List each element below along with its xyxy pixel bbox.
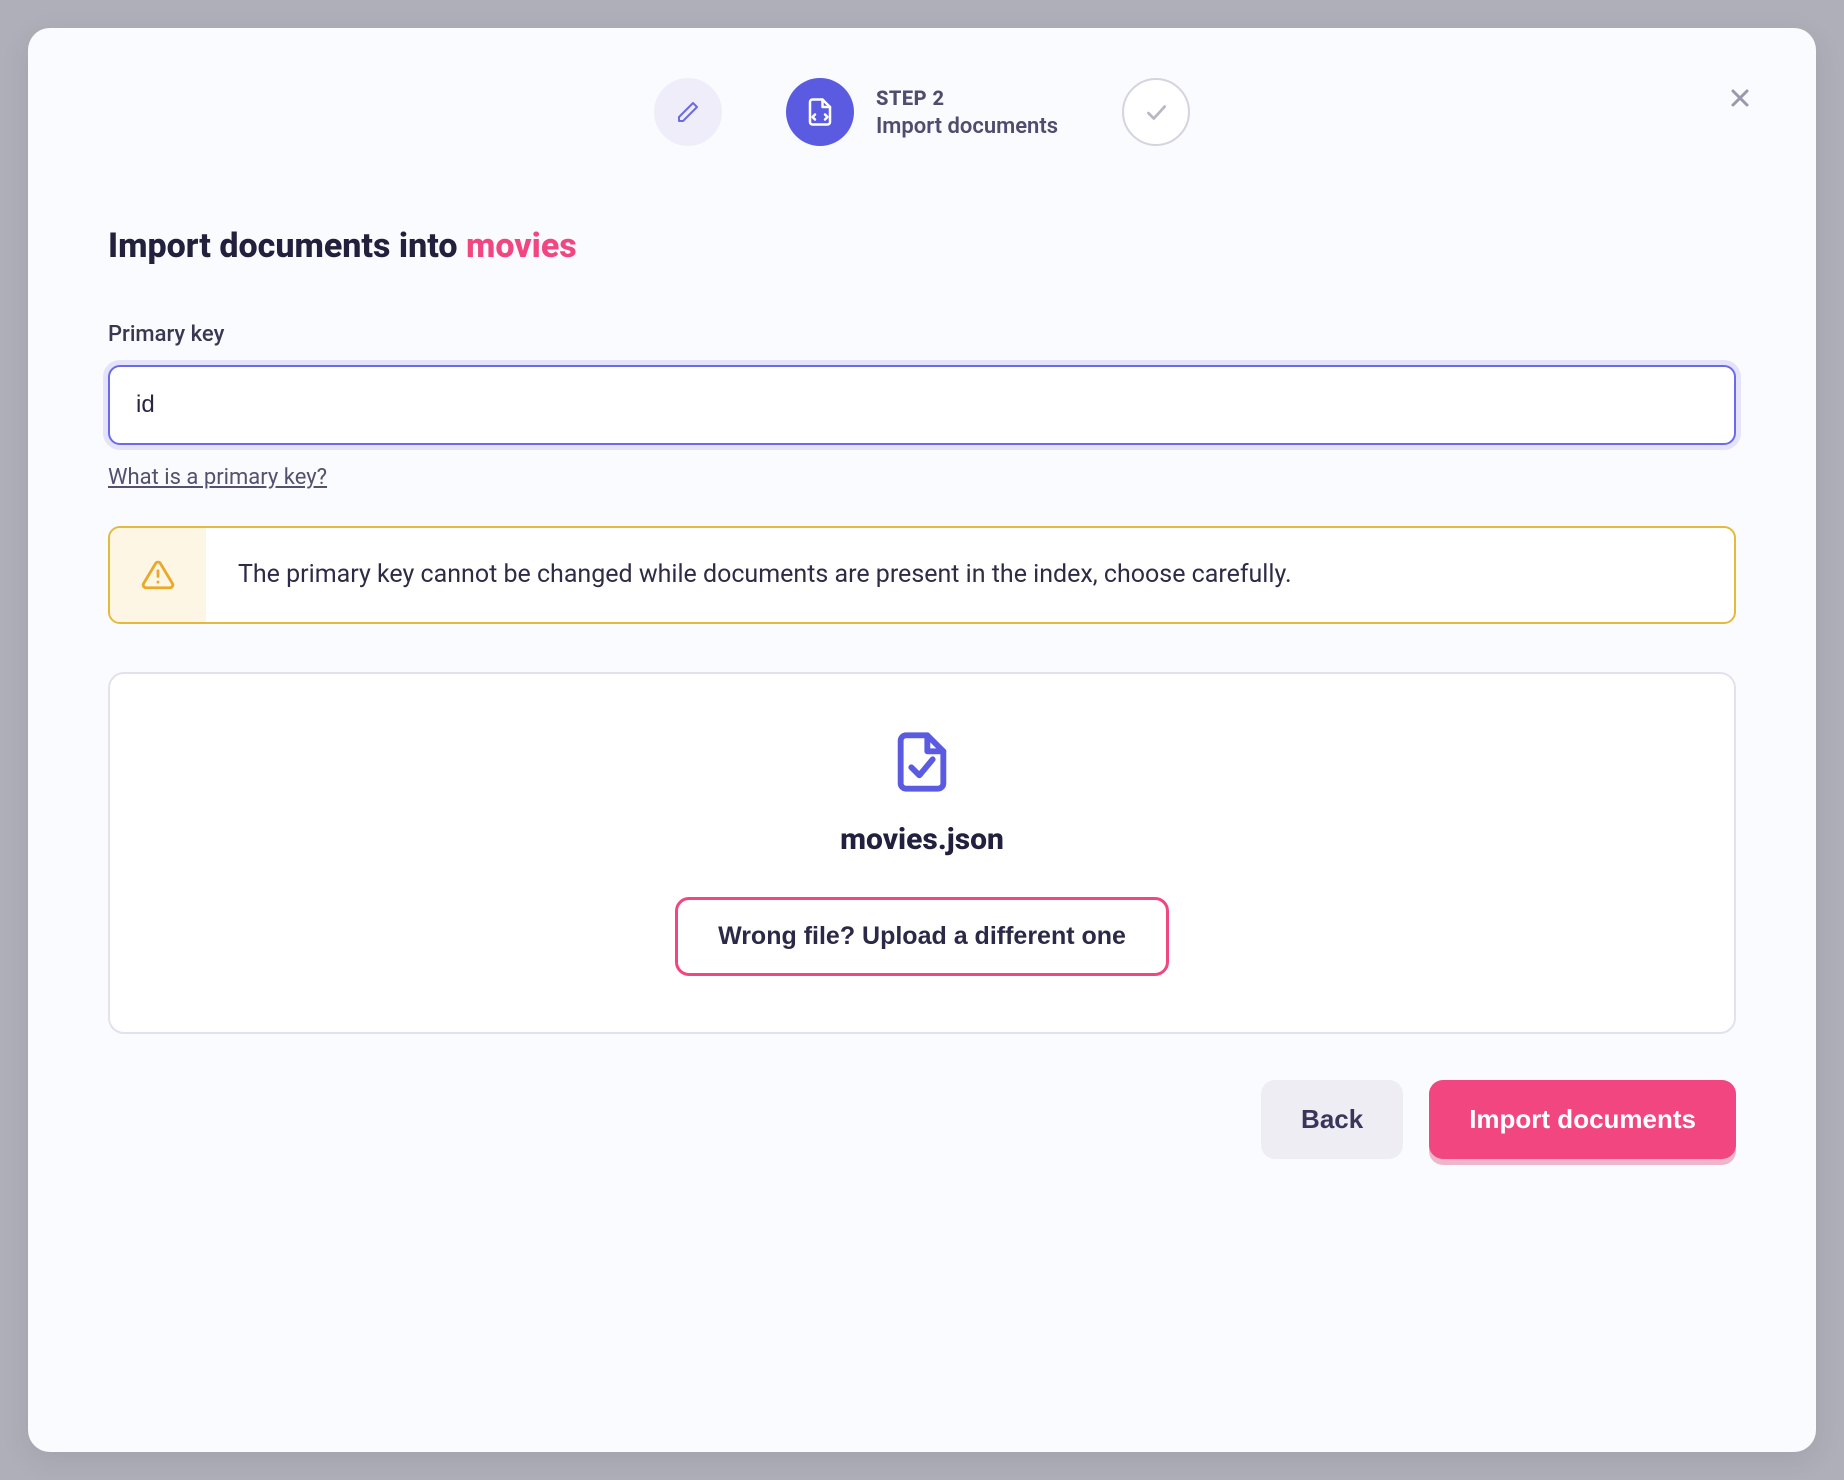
check-icon xyxy=(1143,99,1169,125)
import-documents-button[interactable]: Import documents xyxy=(1429,1080,1736,1159)
warning-icon xyxy=(141,558,175,592)
step-2-label: STEP 2 xyxy=(876,86,1058,110)
import-documents-modal: STEP 2 Import documents Import documents… xyxy=(28,28,1816,1452)
primary-key-help-link[interactable]: What is a primary key? xyxy=(108,465,327,490)
primary-key-input[interactable] xyxy=(108,365,1736,445)
file-check-icon xyxy=(890,730,954,794)
step-1[interactable] xyxy=(654,78,722,146)
modal-actions: Back Import documents xyxy=(108,1080,1736,1159)
primary-key-label: Primary key xyxy=(108,322,1736,347)
primary-key-warning: The primary key cannot be changed while … xyxy=(108,526,1736,624)
close-icon xyxy=(1728,86,1752,110)
page-title: Import documents into movies xyxy=(108,226,1736,266)
title-index-name: movies xyxy=(466,226,577,266)
title-prefix: Import documents into xyxy=(108,226,466,266)
file-name: movies.json xyxy=(840,822,1004,857)
back-button[interactable]: Back xyxy=(1261,1080,1403,1159)
upload-different-button[interactable]: Wrong file? Upload a different one xyxy=(675,897,1169,976)
step-2-desc: Import documents xyxy=(876,114,1058,139)
close-button[interactable] xyxy=(1724,82,1756,114)
stepper: STEP 2 Import documents xyxy=(108,78,1736,146)
file-upload-box: movies.json Wrong file? Upload a differe… xyxy=(108,672,1736,1034)
pencil-icon xyxy=(676,100,700,124)
step-3 xyxy=(1122,78,1190,146)
step-2: STEP 2 Import documents xyxy=(786,78,1058,146)
warning-text: The primary key cannot be changed while … xyxy=(206,528,1324,622)
import-file-icon xyxy=(805,97,835,127)
